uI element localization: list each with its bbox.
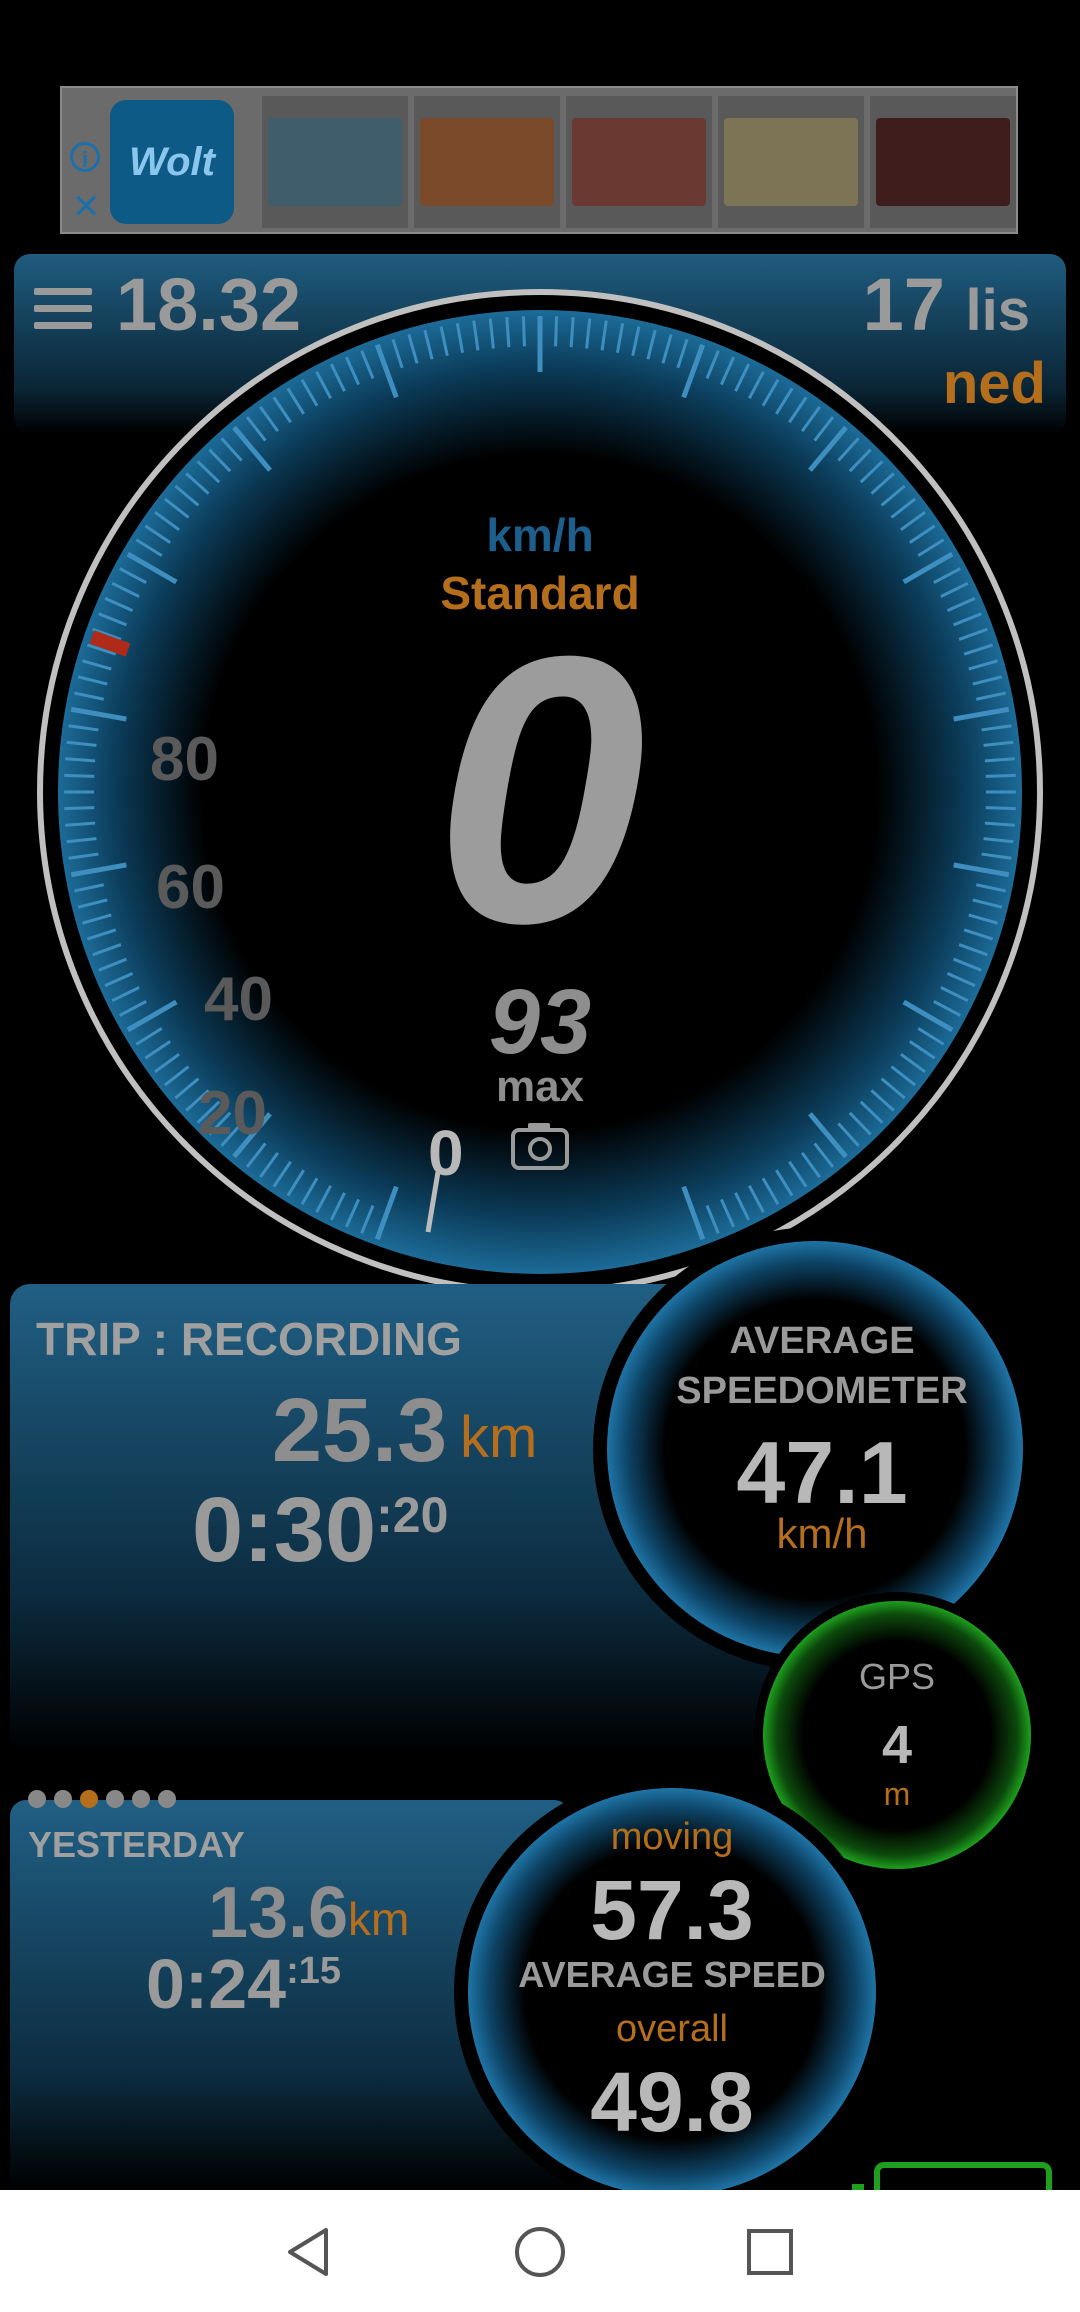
page-indicator[interactable] <box>28 1790 184 1813</box>
yesterday-time-main: 0:24 <box>146 1945 287 2023</box>
average-value: 47.1 <box>736 1423 908 1522</box>
home-icon[interactable] <box>512 2224 568 2280</box>
average-title-line2: SPEEDOMETER <box>676 1370 968 1412</box>
odometer-value: 0 <box>428 1117 464 1189</box>
page-dot[interactable] <box>106 1790 124 1808</box>
gps-title: GPS <box>858 1656 936 1697</box>
page-dot[interactable] <box>54 1790 72 1808</box>
page-dot[interactable] <box>132 1790 150 1808</box>
average-speed-title: AVERAGE SPEED <box>518 1954 826 1995</box>
page-dot-active[interactable] <box>80 1790 98 1808</box>
trip-time-main: 0:30 <box>192 1479 377 1581</box>
ad-thumbnail[interactable] <box>414 96 560 228</box>
camera-icon[interactable] <box>510 1120 570 1172</box>
gauge-tick <box>569 317 575 348</box>
yesterday-time: 0:24:15 <box>146 1944 341 2024</box>
trip-time-seconds: :20 <box>376 1487 449 1543</box>
yesterday-distance-unit: km <box>348 1893 410 1945</box>
trip-distance: 25.3 <box>272 1381 448 1481</box>
info-icon[interactable]: i <box>70 142 100 172</box>
back-icon[interactable] <box>282 2224 338 2280</box>
yesterday-time-seconds: :15 <box>286 1950 342 1992</box>
trip-title: TRIP : RECORDING <box>36 1313 462 1365</box>
current-speed: 0 <box>434 577 646 1002</box>
ad-thumbnail[interactable] <box>566 96 712 228</box>
recent-apps-icon[interactable] <box>742 2224 798 2280</box>
ad-thumbnail[interactable] <box>262 96 408 228</box>
average-unit: km/h <box>776 1510 868 1557</box>
overall-average-value: 49.8 <box>590 2055 754 2149</box>
overall-label: overall <box>616 2008 728 2050</box>
ad-thumbnail[interactable] <box>718 96 864 228</box>
gps-accuracy: 4 <box>881 1715 913 1775</box>
gauge-tick <box>521 316 526 347</box>
max-label: max <box>495 1062 585 1111</box>
page-dot[interactable] <box>28 1790 46 1808</box>
ad-thumbnail[interactable] <box>870 96 1016 228</box>
close-icon[interactable]: ✕ <box>72 190 101 224</box>
average-title-line1: AVERAGE <box>729 1320 915 1362</box>
trip-distance-unit: km <box>460 1405 538 1470</box>
moving-label: moving <box>610 1816 734 1858</box>
gauge-tick <box>505 317 511 348</box>
yesterday-distance: 13.6 <box>208 1873 349 1953</box>
trip-time: 0:30:20 <box>192 1478 448 1583</box>
ad-banner[interactable]: i ✕ Wolt <box>60 86 1018 234</box>
max-speed: 93 <box>488 971 592 1073</box>
gauge-tick <box>554 316 559 347</box>
yesterday-title: YESTERDAY <box>28 1824 245 1865</box>
speed-unit: km/h <box>486 509 594 561</box>
average-title: AVERAGE SPEEDOMETER <box>672 1316 972 1416</box>
page-dot[interactable] <box>158 1790 176 1808</box>
ad-logo[interactable]: Wolt <box>110 100 234 224</box>
moving-average-value: 57.3 <box>590 1863 754 1957</box>
